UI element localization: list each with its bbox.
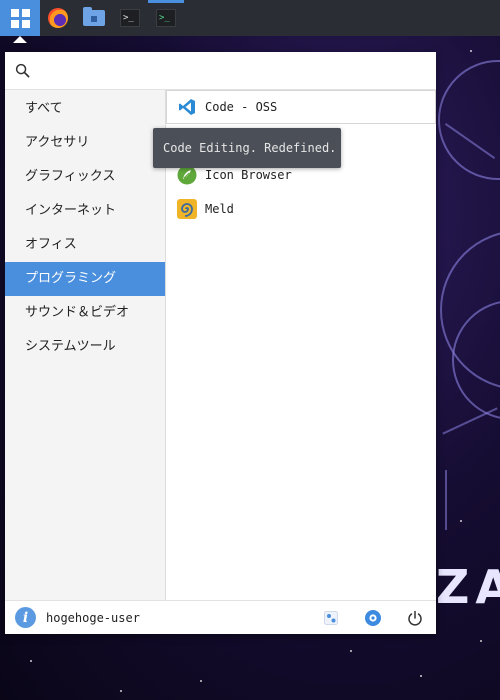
power-button[interactable] — [394, 601, 436, 635]
category-list: すべて アクセサリ グラフィックス インターネット オフィス プログラミング サ… — [5, 90, 166, 600]
settings-button[interactable] — [310, 601, 352, 635]
firefox-icon — [48, 8, 68, 28]
taskbar-terminal-active[interactable]: >_ — [148, 0, 184, 36]
category-graphics[interactable]: グラフィックス — [5, 160, 165, 194]
search-bar — [5, 52, 436, 90]
menu-footer: i hogehoge-user — [5, 600, 436, 634]
category-all[interactable]: すべて — [5, 92, 165, 126]
app-tooltip: Code Editing. Redefined. — [153, 128, 341, 168]
category-sound-video[interactable]: サウンド＆ビデオ — [5, 296, 165, 330]
icon-browser-icon — [177, 165, 197, 185]
category-accessories[interactable]: アクセサリ — [5, 126, 165, 160]
taskbar-file-manager[interactable] — [76, 0, 112, 36]
lock-screen-icon — [365, 609, 381, 626]
grid-icon — [10, 8, 30, 28]
vscode-icon — [177, 97, 197, 117]
settings-icon — [324, 610, 338, 625]
lock-screen-button[interactable] — [352, 601, 394, 635]
search-icon — [15, 63, 30, 78]
taskbar-firefox[interactable] — [40, 0, 76, 36]
category-programming[interactable]: プログラミング — [5, 262, 165, 296]
wallpaper-text: ZAVO — [436, 560, 500, 614]
app-label: Meld — [205, 202, 234, 216]
app-item-code-oss[interactable]: Code - OSS — [166, 90, 436, 124]
user-info-icon[interactable]: i — [15, 607, 36, 628]
category-office[interactable]: オフィス — [5, 228, 165, 262]
taskbar: >_ >_ — [0, 0, 500, 43]
taskbar-terminal[interactable]: >_ — [112, 0, 148, 36]
meld-icon — [177, 199, 197, 219]
app-label: Icon Browser — [205, 168, 292, 182]
category-system-tools[interactable]: システムツール — [5, 330, 165, 364]
folder-icon — [83, 7, 105, 26]
terminal-icon: >_ — [120, 9, 140, 27]
category-internet[interactable]: インターネット — [5, 194, 165, 228]
search-input[interactable] — [38, 56, 436, 85]
terminal-icon: >_ — [156, 9, 176, 27]
app-item-meld[interactable]: Meld — [166, 192, 436, 226]
power-icon — [408, 610, 422, 626]
username: hogehoge-user — [46, 610, 140, 625]
app-label: Code - OSS — [205, 100, 278, 114]
applications-menu-button[interactable] — [0, 0, 40, 43]
